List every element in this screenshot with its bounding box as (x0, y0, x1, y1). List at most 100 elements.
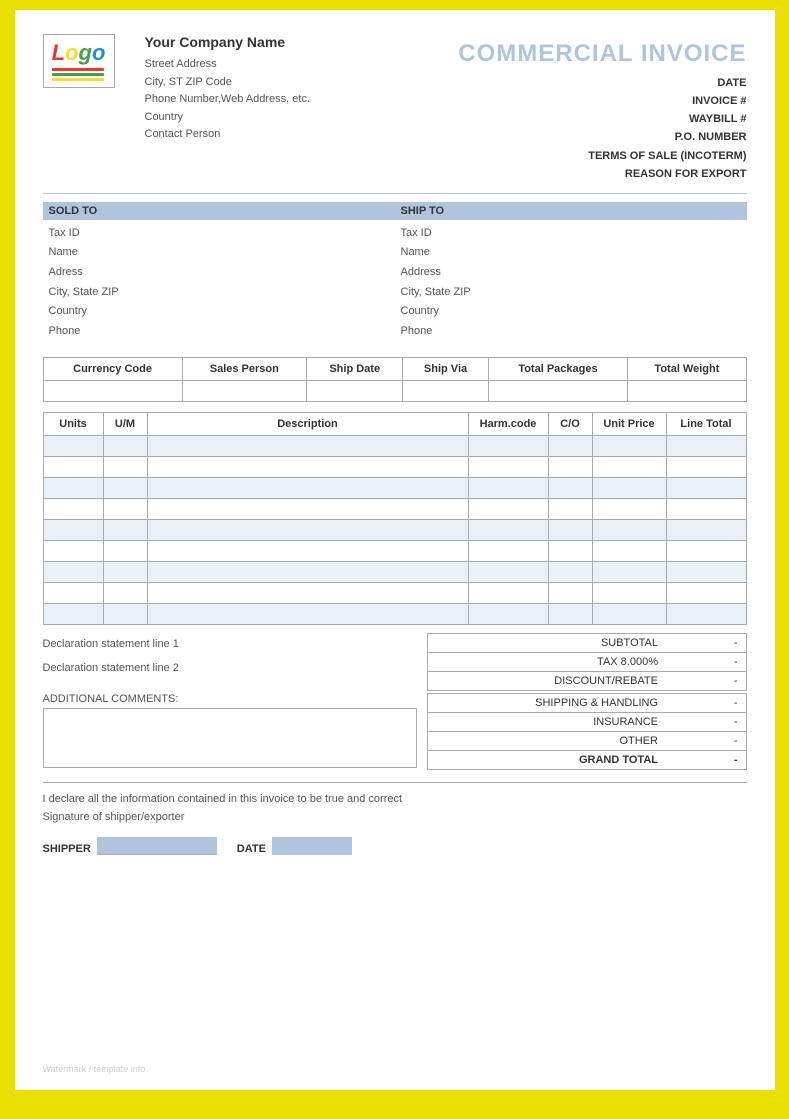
val-currency (43, 381, 182, 402)
sold-to-header: SOLD TO (43, 202, 395, 220)
cell-co (548, 499, 592, 520)
cell-co (548, 478, 592, 499)
cell-um (103, 604, 147, 625)
cell-line_total (666, 478, 746, 499)
cell-um (103, 583, 147, 604)
val-other: - (666, 732, 746, 751)
cell-co (548, 436, 592, 457)
totals-table2: SHIPPING & HANDLING - INSURANCE - OTHER … (427, 693, 747, 770)
cell-description (147, 604, 468, 625)
cell-unit_price (592, 541, 666, 562)
declarations-block: Declaration statement line 1 Declaration… (43, 633, 427, 691)
table-row (43, 604, 746, 625)
cell-unit_price (592, 457, 666, 478)
cell-unit_price (592, 499, 666, 520)
sold-to-city: City, State ZIP (43, 283, 395, 303)
sold-to-country: Country (43, 302, 395, 322)
cell-line_total (666, 562, 746, 583)
col-units: Units (43, 413, 103, 436)
date-box (272, 837, 352, 855)
cell-units (43, 478, 103, 499)
sold-to-taxid: Tax ID (43, 224, 395, 244)
cell-harmcode (468, 583, 548, 604)
table-row (43, 520, 746, 541)
cell-units (43, 457, 103, 478)
label-discount: DISCOUNT/REBATE (427, 672, 666, 691)
row-shipping: SHIPPING & HANDLING - (427, 694, 746, 713)
col-packages: Total Packages (488, 358, 628, 381)
ship-to-address: Address (395, 263, 747, 283)
cell-unit_price (592, 604, 666, 625)
totals-section: Declaration statement line 1 Declaration… (43, 633, 747, 691)
cell-description (147, 520, 468, 541)
ship-to-taxid: Tax ID (395, 224, 747, 244)
decl-line2: Declaration statement line 2 (43, 657, 417, 680)
cell-um (103, 562, 147, 583)
signature-label: Signature of shipper/exporter (43, 809, 747, 827)
cell-description (147, 583, 468, 604)
watermark: Watermark / template info (43, 1064, 146, 1074)
row-grand: GRAND TOTAL - (427, 751, 746, 770)
col-unitprice: Unit Price (592, 413, 666, 436)
val-salesperson (182, 381, 306, 402)
shipper-line (97, 837, 217, 855)
val-shipdate (306, 381, 403, 402)
cell-unit_price (592, 478, 666, 499)
cell-units (43, 583, 103, 604)
cell-line_total (666, 520, 746, 541)
invoice-page: Logo Your Company Name Street Address Ci… (15, 10, 775, 1090)
meta-reason: REASON FOR EXPORT (437, 165, 747, 183)
shipper-block: SHIPPER (43, 837, 217, 855)
logo-o2: o (92, 40, 105, 65)
cell-um (103, 541, 147, 562)
row-subtotal: SUBTOTAL - (427, 634, 746, 653)
cell-harmcode (468, 520, 548, 541)
shipping-table: Currency Code Sales Person Ship Date Shi… (43, 357, 747, 402)
footer-section: I declare all the information contained … (43, 782, 747, 854)
cell-units (43, 436, 103, 457)
cell-unit_price (592, 562, 666, 583)
label-tax: TAX 8.000% (427, 653, 666, 672)
shipping-table-container: Currency Code Sales Person Ship Date Shi… (43, 357, 747, 402)
label-shipping: SHIPPING & HANDLING (427, 694, 666, 713)
company-contact: Contact Person (145, 126, 437, 144)
date-block: DATE (237, 837, 352, 855)
shipping-data-row (43, 381, 746, 402)
cell-units (43, 520, 103, 541)
table-row (43, 499, 746, 520)
date-label: DATE (237, 843, 266, 855)
shipper-label: SHIPPER (43, 843, 91, 855)
table-row (43, 478, 746, 499)
company-city: City, ST ZIP Code (145, 74, 437, 92)
val-weight (628, 381, 746, 402)
company-info: Your Company Name Street Address City, S… (145, 34, 437, 144)
cell-line_total (666, 499, 746, 520)
logo-o1: o (65, 40, 78, 65)
sold-to-phone: Phone (43, 322, 395, 342)
cell-co (548, 604, 592, 625)
header-section: Logo Your Company Name Street Address Ci… (43, 34, 747, 183)
ship-to-block: SHIP TO Tax ID Name Address City, State … (395, 202, 747, 342)
company-phone: Phone Number,Web Address, etc. (145, 91, 437, 109)
cell-co (548, 520, 592, 541)
logo-g: g (79, 40, 92, 65)
sold-to-address: Adress (43, 263, 395, 283)
label-other: OTHER (427, 732, 666, 751)
cell-um (103, 457, 147, 478)
ship-to-city: City, State ZIP (395, 283, 747, 303)
val-shipvia (403, 381, 488, 402)
col-currency: Currency Code (43, 358, 182, 381)
ship-to-name: Name (395, 243, 747, 263)
items-table: Units U/M Description Harm.code C/O Unit… (43, 412, 747, 625)
company-country: Country (145, 109, 437, 127)
cell-description (147, 457, 468, 478)
totals-table: SUBTOTAL - TAX 8.000% - DISCOUNT/REBATE … (427, 633, 747, 691)
ship-to-header: SHIP TO (395, 202, 747, 220)
cell-um (103, 478, 147, 499)
address-section: SOLD TO Tax ID Name Adress City, State Z… (43, 202, 747, 342)
val-grand: - (666, 751, 746, 770)
comments-box[interactable] (43, 708, 417, 768)
col-weight: Total Weight (628, 358, 746, 381)
cell-co (548, 457, 592, 478)
ship-to-phone: Phone (395, 322, 747, 342)
